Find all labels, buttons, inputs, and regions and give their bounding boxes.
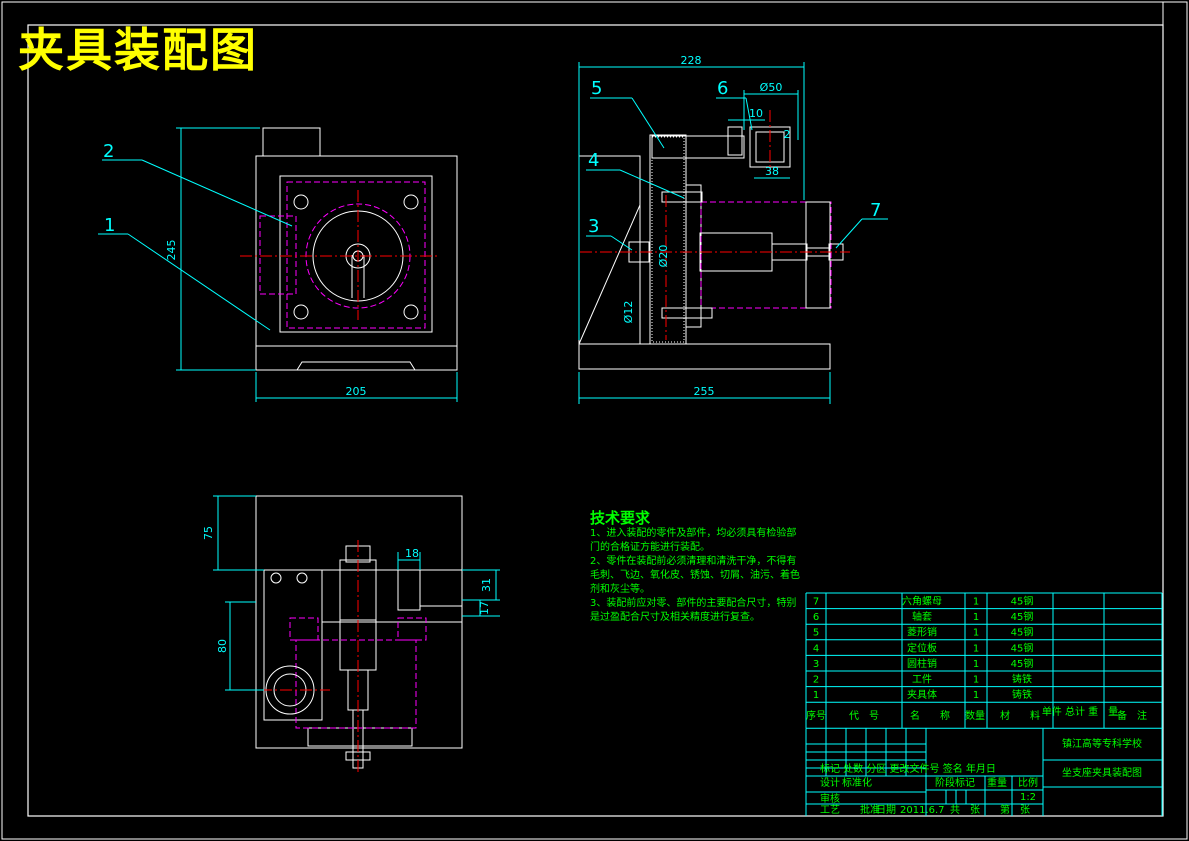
bom-row-no: 6 xyxy=(813,612,819,623)
bom-row-name: 菱形销 xyxy=(907,626,937,639)
bom-row-material: 45钢 xyxy=(1011,641,1034,654)
process-label: 工艺 xyxy=(820,804,840,816)
bom-row-material: 45钢 xyxy=(1011,595,1034,608)
dim-top-18: 18 xyxy=(405,547,419,560)
inner-frame xyxy=(27,24,1164,817)
bom-row-material: 铸铁 xyxy=(1012,673,1032,686)
bom-header-weight: 单件 总计 重 量 xyxy=(1042,705,1118,718)
bom-row-qty: 1 xyxy=(973,690,979,701)
drawing-canvas: 245 205 2 1 228 Ø50 10 2 38 Ø20 Ø12 255 … xyxy=(1,1,1188,840)
scale-label: 比例 xyxy=(1018,776,1038,789)
leader-label-3: 3 xyxy=(588,216,599,237)
bom-row-qty: 1 xyxy=(973,628,979,639)
bom-header-material: 材 料 xyxy=(1000,709,1040,722)
bom-header: 序号 代 号 名 称 数量 材 料 单件 总计 重 量 备 注 xyxy=(806,705,1147,722)
dim-top-75: 75 xyxy=(202,526,215,540)
dim-top-17: 17 xyxy=(478,601,491,615)
dim-side-bush-dia: Ø50 xyxy=(760,81,783,94)
leader-label-5: 5 xyxy=(591,78,602,99)
bom-header-no: 序号 xyxy=(806,709,826,722)
dim-side-38: 38 xyxy=(765,165,779,178)
bom-row-name: 工件 xyxy=(912,674,932,686)
leader-label-4: 4 xyxy=(588,150,599,171)
approve-label: 批准 xyxy=(860,803,880,816)
bom-row-no: 7 xyxy=(813,597,819,608)
dim-side-10: 10 xyxy=(749,107,763,120)
bom-row-material: 45钢 xyxy=(1011,657,1034,670)
bom-row-qty: 1 xyxy=(973,597,979,608)
bom-row-qty: 1 xyxy=(973,612,979,623)
dim-front-width: 205 xyxy=(346,385,367,398)
dim-top-80: 80 xyxy=(216,639,229,653)
bom-table: 7 六角螺母 1 45钢 6 轴套 1 45钢 5 菱形销 1 45钢 4 定位板 1 45钢 3 圆柱销 1 45钢… xyxy=(813,595,1034,702)
bom-row-no: 3 xyxy=(813,659,819,670)
side-view xyxy=(578,62,888,404)
sheet-number: 第 张 xyxy=(1000,803,1030,816)
technical-requirements: 技术要求 1、进入装配的零件及部件，均必须具有检验部门的合格证方能进行装配。 2… xyxy=(590,511,800,625)
bom-header-qty: 数量 xyxy=(965,709,985,722)
total-sheets: 共 张 xyxy=(950,804,980,816)
weight-label: 重量 xyxy=(987,776,1007,789)
date-value: 2011.6.7 xyxy=(900,805,945,816)
bom-row-no: 2 xyxy=(813,675,819,686)
leader-label-1: 1 xyxy=(104,215,115,236)
standardization-label: 标准化 xyxy=(842,776,872,789)
bom-row-no: 4 xyxy=(813,643,819,654)
drawing-title: 夹具装配图 xyxy=(18,23,258,77)
bom-row-material: 45钢 xyxy=(1011,626,1034,639)
school-name: 镇江高等专科学校 xyxy=(1062,737,1142,750)
front-view xyxy=(98,127,458,402)
dim-side-length: 228 xyxy=(681,54,702,67)
bom-row-name: 六角螺母 xyxy=(902,596,942,608)
dim-top-31: 31 xyxy=(480,578,493,592)
bom-row-no: 5 xyxy=(813,628,819,639)
bom-row-name: 圆柱销 xyxy=(907,657,937,670)
dim-side-base: 255 xyxy=(694,385,715,398)
dim-side-pin-dia: Ø20 xyxy=(657,245,670,268)
bom-row-qty: 1 xyxy=(973,643,979,654)
leader-label-7: 7 xyxy=(870,200,881,221)
bom-header-code: 代 号 xyxy=(849,710,879,722)
dim-side-2: 2 xyxy=(784,128,791,141)
tech-line-3: 3、装配前应对零、部件的主要配合尺寸，特别是过盈配合尺寸及相关精度进行复查。 xyxy=(590,598,797,623)
revision-fields: 标记 处数 分区 更改文件号 签名 年月日 xyxy=(820,762,996,775)
top-view xyxy=(213,495,500,775)
bom-row-name: 夹具体 xyxy=(907,688,937,701)
review-label: 审核 xyxy=(820,792,840,805)
tech-line-1: 1、进入装配的零件及部件，均必须具有检验部门的合格证方能进行装配。 xyxy=(590,528,797,553)
drawing-name: 坐支座夹具装配图 xyxy=(1062,766,1142,779)
bom-header-name: 名 称 xyxy=(910,709,950,722)
design-label: 设计 xyxy=(820,776,840,789)
bom-row-qty: 1 xyxy=(973,675,979,686)
leader-label-6: 6 xyxy=(717,78,728,99)
bom-row-qty: 1 xyxy=(973,659,979,670)
bom-row-name: 定位板 xyxy=(907,641,937,654)
leader-label-2: 2 xyxy=(103,141,114,162)
bom-header-remark: 备 注 xyxy=(1117,709,1147,722)
tech-heading: 技术要求 xyxy=(590,509,651,527)
dim-side-hole-dia: Ø12 xyxy=(622,301,635,324)
bom-row-material: 铸铁 xyxy=(1012,688,1032,701)
bom-row-material: 45钢 xyxy=(1011,610,1034,623)
bom-row-name: 轴套 xyxy=(912,610,932,623)
stage-mark-label: 阶段标记 xyxy=(935,776,975,789)
tech-line-2: 2、零件在装配前必须清理和清洗干净，不得有毛刺、飞边、氧化皮、锈蚀、切屑、油污、… xyxy=(590,556,800,595)
dim-front-height: 245 xyxy=(165,240,178,261)
scale-value: 1:2 xyxy=(1020,792,1036,803)
bom-row-no: 1 xyxy=(813,690,819,701)
